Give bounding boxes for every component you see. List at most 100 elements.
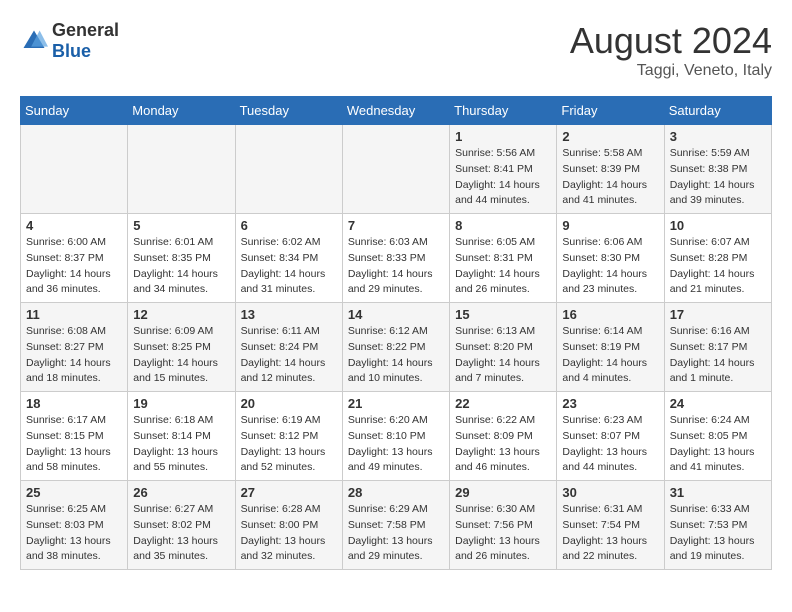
calendar-cell: 24Sunrise: 6:24 AM Sunset: 8:05 PM Dayli… [664, 392, 771, 481]
day-info: Sunrise: 6:18 AM Sunset: 8:14 PM Dayligh… [133, 413, 229, 476]
header-row: SundayMondayTuesdayWednesdayThursdayFrid… [21, 97, 772, 125]
calendar-cell: 15 Sunrise: 6:13 AM Sunset: 8:20 PM Dayli… [450, 303, 557, 392]
calendar-cell: 21 Sunrise: 6:20 AM Sunset: 8:10 PM Dayli… [342, 392, 449, 481]
day-info: Sunrise: 6:16 AM Sunset: 8:17 PM Dayligh… [670, 324, 766, 387]
day-number: 6 [241, 218, 337, 233]
calendar-cell: 27 Sunrise: 6:28 AM Sunset: 8:00 PM Dayli… [235, 481, 342, 570]
day-number: 11 [26, 307, 122, 322]
day-header-tuesday: Tuesday [235, 97, 342, 125]
calendar-cell: 1Sunrise: 5:56 AM Sunset: 8:41 PM Daylig… [450, 125, 557, 214]
logo-icon [20, 27, 48, 55]
calendar-cell: 17Sunrise: 6:16 AM Sunset: 8:17 PM Dayli… [664, 303, 771, 392]
calendar-cell: 23 Sunrise: 6:23 AM Sunset: 8:07 PM Dayli… [557, 392, 664, 481]
week-row-1: 4Sunrise: 6:00 AM Sunset: 8:37 PM Daylig… [21, 214, 772, 303]
day-info: Sunrise: 6:13 AM Sunset: 8:20 PM Dayligh… [455, 324, 551, 387]
calendar-cell: 31Sunrise: 6:33 AM Sunset: 7:53 PM Dayli… [664, 481, 771, 570]
calendar-cell [235, 125, 342, 214]
day-info: Sunrise: 6:03 AM Sunset: 8:33 PM Dayligh… [348, 235, 444, 298]
day-info: Sunrise: 6:07 AM Sunset: 8:28 PM Dayligh… [670, 235, 766, 298]
logo-text-general: General [52, 20, 119, 40]
main-title: August 2024 [570, 20, 772, 62]
day-number: 26 [133, 485, 229, 500]
day-info: Sunrise: 6:24 AM Sunset: 8:05 PM Dayligh… [670, 413, 766, 476]
day-info: Sunrise: 6:11 AM Sunset: 8:24 PM Dayligh… [241, 324, 337, 387]
day-header-thursday: Thursday [450, 97, 557, 125]
calendar-cell: 19 Sunrise: 6:18 AM Sunset: 8:14 PM Dayli… [128, 392, 235, 481]
logo: General Blue [20, 20, 119, 62]
day-info: Sunrise: 6:30 AM Sunset: 7:56 PM Dayligh… [455, 502, 551, 565]
title-area: August 2024 Taggi, Veneto, Italy [570, 20, 772, 80]
week-row-0: 1Sunrise: 5:56 AM Sunset: 8:41 PM Daylig… [21, 125, 772, 214]
day-info: Sunrise: 6:29 AM Sunset: 7:58 PM Dayligh… [348, 502, 444, 565]
day-info: Sunrise: 6:14 AM Sunset: 8:19 PM Dayligh… [562, 324, 658, 387]
day-number: 15 [455, 307, 551, 322]
calendar-cell: 10 Sunrise: 6:07 AM Sunset: 8:28 PM Dayli… [664, 214, 771, 303]
day-number: 21 [348, 396, 444, 411]
day-number: 16 [562, 307, 658, 322]
day-number: 5 [133, 218, 229, 233]
calendar-cell: 14Sunrise: 6:12 AM Sunset: 8:22 PM Dayli… [342, 303, 449, 392]
day-info: Sunrise: 6:27 AM Sunset: 8:02 PM Dayligh… [133, 502, 229, 565]
day-header-wednesday: Wednesday [342, 97, 449, 125]
day-number: 20 [241, 396, 337, 411]
calendar-cell: 7 Sunrise: 6:03 AM Sunset: 8:33 PM Daylig… [342, 214, 449, 303]
day-info: Sunrise: 6:12 AM Sunset: 8:22 PM Dayligh… [348, 324, 444, 387]
day-number: 2 [562, 129, 658, 144]
header: General Blue August 2024 Taggi, Veneto, … [20, 20, 772, 80]
day-info: Sunrise: 6:06 AM Sunset: 8:30 PM Dayligh… [562, 235, 658, 298]
day-header-sunday: Sunday [21, 97, 128, 125]
day-info: Sunrise: 6:09 AM Sunset: 8:25 PM Dayligh… [133, 324, 229, 387]
day-number: 10 [670, 218, 766, 233]
day-info: Sunrise: 6:25 AM Sunset: 8:03 PM Dayligh… [26, 502, 122, 565]
week-row-4: 25 Sunrise: 6:25 AM Sunset: 8:03 PM Dayli… [21, 481, 772, 570]
day-number: 9 [562, 218, 658, 233]
calendar-cell: 4Sunrise: 6:00 AM Sunset: 8:37 PM Daylig… [21, 214, 128, 303]
day-info: Sunrise: 6:08 AM Sunset: 8:27 PM Dayligh… [26, 324, 122, 387]
day-info: Sunrise: 6:28 AM Sunset: 8:00 PM Dayligh… [241, 502, 337, 565]
calendar-cell: 25 Sunrise: 6:25 AM Sunset: 8:03 PM Dayli… [21, 481, 128, 570]
calendar-cell: 8 Sunrise: 6:05 AM Sunset: 8:31 PM Daylig… [450, 214, 557, 303]
day-header-saturday: Saturday [664, 97, 771, 125]
calendar-cell: 12 Sunrise: 6:09 AM Sunset: 8:25 PM Dayli… [128, 303, 235, 392]
day-info: Sunrise: 6:17 AM Sunset: 8:15 PM Dayligh… [26, 413, 122, 476]
day-number: 8 [455, 218, 551, 233]
day-info: Sunrise: 6:05 AM Sunset: 8:31 PM Dayligh… [455, 235, 551, 298]
calendar-table: SundayMondayTuesdayWednesdayThursdayFrid… [20, 96, 772, 570]
day-number: 29 [455, 485, 551, 500]
day-number: 28 [348, 485, 444, 500]
day-number: 1 [455, 129, 551, 144]
day-number: 23 [562, 396, 658, 411]
day-number: 3 [670, 129, 766, 144]
day-number: 19 [133, 396, 229, 411]
day-header-friday: Friday [557, 97, 664, 125]
calendar-cell: 6Sunrise: 6:02 AM Sunset: 8:34 PM Daylig… [235, 214, 342, 303]
calendar-cell: 26 Sunrise: 6:27 AM Sunset: 8:02 PM Dayli… [128, 481, 235, 570]
calendar-cell: 29 Sunrise: 6:30 AM Sunset: 7:56 PM Dayli… [450, 481, 557, 570]
day-info: Sunrise: 6:01 AM Sunset: 8:35 PM Dayligh… [133, 235, 229, 298]
day-info: Sunrise: 6:22 AM Sunset: 8:09 PM Dayligh… [455, 413, 551, 476]
day-number: 31 [670, 485, 766, 500]
calendar-cell: 28 Sunrise: 6:29 AM Sunset: 7:58 PM Dayli… [342, 481, 449, 570]
calendar-cell: 9 Sunrise: 6:06 AM Sunset: 8:30 PM Daylig… [557, 214, 664, 303]
day-info: Sunrise: 5:59 AM Sunset: 8:38 PM Dayligh… [670, 146, 766, 209]
calendar-cell: 22 Sunrise: 6:22 AM Sunset: 8:09 PM Dayli… [450, 392, 557, 481]
day-number: 18 [26, 396, 122, 411]
day-number: 22 [455, 396, 551, 411]
day-number: 7 [348, 218, 444, 233]
day-info: Sunrise: 5:58 AM Sunset: 8:39 PM Dayligh… [562, 146, 658, 209]
day-info: Sunrise: 6:19 AM Sunset: 8:12 PM Dayligh… [241, 413, 337, 476]
calendar-cell [21, 125, 128, 214]
day-number: 25 [26, 485, 122, 500]
calendar-cell: 5 Sunrise: 6:01 AM Sunset: 8:35 PM Daylig… [128, 214, 235, 303]
week-row-2: 11 Sunrise: 6:08 AM Sunset: 8:27 PM Dayli… [21, 303, 772, 392]
calendar-cell: 11 Sunrise: 6:08 AM Sunset: 8:27 PM Dayli… [21, 303, 128, 392]
day-number: 27 [241, 485, 337, 500]
day-info: Sunrise: 6:23 AM Sunset: 8:07 PM Dayligh… [562, 413, 658, 476]
day-info: Sunrise: 6:20 AM Sunset: 8:10 PM Dayligh… [348, 413, 444, 476]
calendar-cell: 16 Sunrise: 6:14 AM Sunset: 8:19 PM Dayli… [557, 303, 664, 392]
calendar-cell: 13 Sunrise: 6:11 AM Sunset: 8:24 PM Dayli… [235, 303, 342, 392]
day-number: 13 [241, 307, 337, 322]
day-number: 12 [133, 307, 229, 322]
calendar-cell [342, 125, 449, 214]
day-number: 30 [562, 485, 658, 500]
